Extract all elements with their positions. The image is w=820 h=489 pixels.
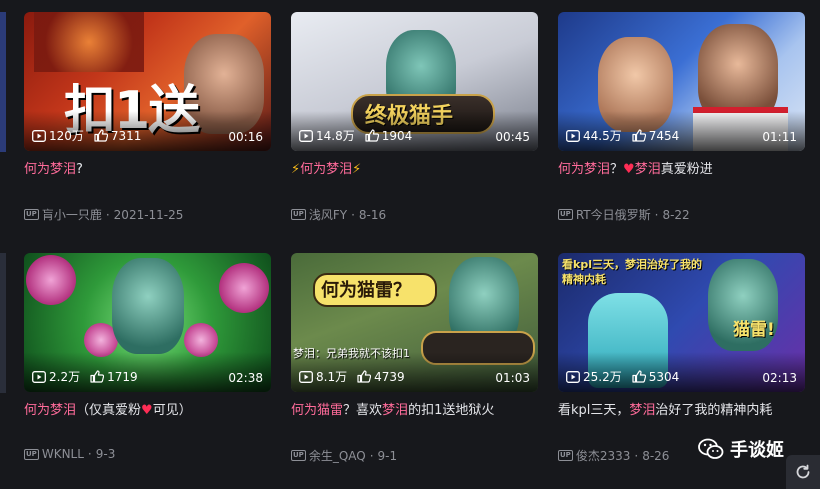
like-count: 5304	[648, 369, 680, 384]
video-card[interactable]: 2.2万 1719 02:38 何为梦泪（仅真爱粉♥可见） UP WKNLL ·…	[24, 253, 271, 461]
video-card[interactable]: 看kpl三天，梦泪治好了我的精神内耗 猫雷! 25.2万 5304 02:13 …	[558, 253, 805, 464]
video-duration: 02:38	[228, 371, 263, 385]
author-name[interactable]: WKNLL	[42, 447, 84, 461]
video-card[interactable]: 44.5万 7454 01:11 何为梦泪？♥梦泪真爱粉进 UP RT今日俄罗斯…	[558, 12, 805, 223]
publish-date: 9-1	[377, 448, 398, 463]
play-count-icon	[299, 370, 313, 383]
like-count: 7454	[648, 128, 680, 143]
publish-date: 8-16	[358, 207, 387, 222]
up-badge: UP	[291, 450, 306, 461]
video-meta: UP 余生_QAQ · 9-1	[291, 447, 398, 464]
like-count: 7311	[110, 128, 142, 143]
play-count-icon	[566, 370, 580, 383]
video-card[interactable]: 扣1送 120万 7311 00:16 何为梦泪? UP 肓小一只鹿 · 202…	[24, 12, 271, 223]
up-badge: UP	[24, 209, 39, 220]
video-meta: UP 肓小一只鹿 · 2021-11-25	[24, 206, 184, 223]
author-name[interactable]: 俊杰2333	[576, 447, 631, 464]
publish-date: 2021-11-25	[113, 207, 184, 222]
view-count: 44.5万	[583, 129, 622, 143]
video-duration: 00:45	[495, 130, 530, 144]
refresh-button[interactable]	[786, 455, 820, 489]
thumbnail-caption: 看kpl三天，梦泪治好了我的精神内耗	[562, 258, 702, 286]
like-icon	[632, 129, 646, 142]
thumbnail-caption: 何为猫雷？	[321, 280, 411, 301]
video-card[interactable]: 何为猫雷？ 梦泪：兄弟我就不该扣1 8.1万 4739 01:03 何为猫雷？喜…	[291, 253, 538, 464]
play-count-icon	[299, 129, 313, 142]
play-count-icon	[32, 129, 46, 142]
video-thumbnail[interactable]: 何为猫雷？ 梦泪：兄弟我就不该扣1 8.1万 4739 01:03	[291, 253, 538, 392]
video-title[interactable]: ⚡何为梦泪⚡	[291, 161, 538, 179]
video-thumbnail[interactable]: 44.5万 7454 01:11	[558, 12, 805, 151]
view-count: 120万	[49, 129, 84, 143]
thumbnail-subtitle: 猫雷!	[733, 320, 775, 340]
video-thumbnail[interactable]: 扣1送 120万 7311 00:16	[24, 12, 271, 151]
author-name[interactable]: 肓小一只鹿	[42, 206, 102, 223]
video-meta: UP WKNLL · 9-3	[24, 447, 116, 461]
like-icon	[365, 129, 379, 142]
like-count: 1719	[107, 369, 138, 384]
video-title[interactable]: 何为梦泪？♥梦泪真爱粉进	[558, 161, 805, 179]
video-thumbnail[interactable]: 2.2万 1719 02:38	[24, 253, 271, 392]
heart-icon: ♥	[623, 162, 635, 177]
publish-date: 9-3	[95, 447, 116, 461]
publish-date: 8-22	[662, 207, 690, 222]
like-icon	[94, 129, 108, 142]
up-badge: UP	[558, 209, 573, 220]
video-meta: UP 浅风FY · 8-16	[291, 206, 387, 223]
video-card[interactable]: 终极猫手 14.8万 1904 00:45 ⚡何为梦泪⚡ UP 浅风FY · 8…	[291, 12, 538, 223]
video-duration: 01:11	[762, 130, 797, 144]
like-count: 1904	[381, 128, 413, 143]
like-count: 4739	[374, 369, 405, 384]
author-name[interactable]: 浅风FY	[309, 206, 347, 223]
like-icon	[632, 370, 646, 383]
author-name[interactable]: RT今日俄罗斯	[576, 206, 651, 223]
heart-icon: ♥	[141, 403, 153, 418]
prev-card-edge[interactable]	[0, 253, 6, 393]
watermark-text: 手谈姬	[730, 440, 784, 461]
like-icon	[90, 370, 105, 383]
view-count: 8.1万	[316, 370, 348, 384]
wechat-icon	[698, 438, 724, 459]
video-thumbnail[interactable]: 看kpl三天，梦泪治好了我的精神内耗 猫雷! 25.2万 5304 02:13	[558, 253, 805, 392]
video-title[interactable]: 何为梦泪?	[24, 161, 271, 179]
view-count: 14.8万	[316, 129, 355, 143]
play-count-icon	[32, 370, 46, 383]
author-name[interactable]: 余生_QAQ	[309, 447, 366, 464]
up-badge: UP	[291, 209, 306, 220]
view-count: 25.2万	[583, 370, 622, 384]
up-badge: UP	[24, 448, 39, 460]
video-title[interactable]: 看kpl三天，梦泪治好了我的精神内耗	[558, 402, 805, 420]
like-icon	[357, 370, 372, 383]
video-title[interactable]: 何为猫雷？喜欢梦泪的扣1送地狱火	[291, 402, 538, 420]
video-duration: 02:13	[762, 371, 797, 385]
up-badge: UP	[558, 450, 573, 461]
video-meta: UP RT今日俄罗斯 · 8-22	[558, 206, 690, 223]
view-count: 2.2万	[49, 370, 81, 384]
refresh-icon	[796, 464, 810, 479]
video-thumbnail[interactable]: 终极猫手 14.8万 1904 00:45	[291, 12, 538, 151]
video-duration: 00:16	[228, 130, 263, 144]
prev-card-edge[interactable]	[0, 12, 6, 152]
watermark: 手谈姬	[698, 436, 784, 462]
publish-date: 8-26	[642, 448, 670, 463]
video-duration: 01:03	[495, 371, 530, 385]
video-title[interactable]: 何为梦泪（仅真爱粉♥可见）	[24, 402, 271, 420]
play-count-icon	[566, 129, 580, 142]
